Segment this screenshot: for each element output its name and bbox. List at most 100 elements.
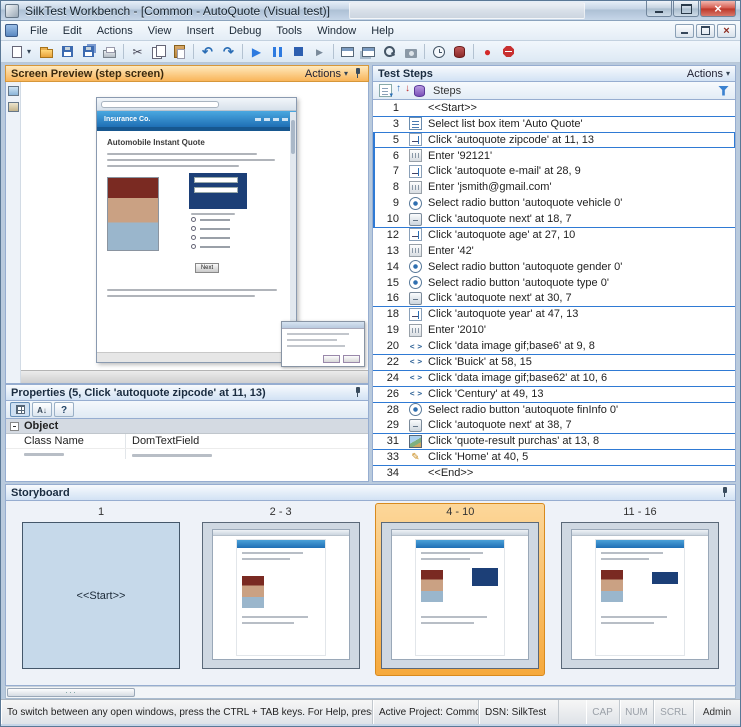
test-step-row[interactable]: 34<<End>> (373, 465, 735, 481)
categorized-button[interactable] (10, 402, 30, 417)
filter-icon[interactable] (718, 86, 729, 96)
step-order-icon[interactable] (379, 84, 392, 97)
database-button[interactable] (449, 42, 470, 62)
storyboard-title: Storyboard (11, 487, 70, 499)
test-step-row[interactable]: 14Select radio button 'autoquote gender … (373, 259, 735, 275)
storyboard-thumbnail-selected[interactable] (381, 522, 539, 669)
stop-recording-button[interactable] (498, 42, 519, 62)
redo-button[interactable] (218, 42, 239, 62)
save-button[interactable] (57, 42, 78, 62)
menu-view[interactable]: View (141, 23, 179, 39)
window-capture-button[interactable] (337, 42, 358, 62)
pin-icon[interactable] (353, 387, 363, 398)
test-steps-header[interactable]: Test Steps Actions (372, 65, 736, 82)
test-step-row[interactable]: 24Click 'data image gif;base62' at 10, 6 (373, 370, 735, 386)
test-step-row[interactable]: 16Click 'autoquote next' at 30, 7 (373, 291, 735, 307)
document-icon[interactable] (5, 24, 18, 37)
test-step-row-selected[interactable]: 5Click 'autoquote zipcode' at 11, 13 (373, 132, 735, 148)
print-button[interactable] (99, 42, 120, 62)
new-dropdown-caret[interactable] (27, 42, 36, 62)
menu-tools[interactable]: Tools (269, 23, 309, 39)
menu-actions[interactable]: Actions (90, 23, 140, 39)
storyboard-frame-4-10[interactable]: 4 - 10 (375, 503, 545, 676)
test-step-row[interactable]: 10Click 'autoquote next' at 18, 7 (373, 211, 735, 227)
menu-window[interactable]: Window (310, 23, 363, 39)
compare-icon[interactable] (396, 84, 410, 97)
pin-icon[interactable] (353, 68, 363, 79)
test-steps-column-header[interactable]: Steps (372, 82, 736, 100)
alphabetical-sort-button[interactable] (32, 402, 52, 417)
test-step-row[interactable]: 3Select list box item 'Auto Quote' (373, 116, 735, 132)
test-step-row[interactable]: 22Click 'Buick' at 58, 15 (373, 354, 735, 370)
mdi-close-button[interactable] (717, 24, 736, 38)
storyboard-frame-11-16[interactable]: 11 - 16 (555, 503, 725, 676)
storyboard-thumbnail[interactable] (202, 522, 360, 669)
test-step-row[interactable]: 6Enter '92121' (373, 148, 735, 164)
test-step-row[interactable]: 8Enter 'jsmith@gmail.com' (373, 179, 735, 195)
test-step-row[interactable]: 15Select radio button 'autoquote type 0' (373, 275, 735, 291)
test-step-row[interactable]: 28Select radio button 'autoquote finInfo… (373, 402, 735, 418)
screen-preview-header[interactable]: Screen Preview (step screen) Actions (5, 65, 369, 82)
new-visual-test-button[interactable] (6, 42, 27, 62)
menu-insert[interactable]: Insert (179, 23, 221, 39)
save-all-button[interactable] (78, 42, 99, 62)
properties-toolbar (5, 401, 369, 419)
screen-preview-body[interactable]: Insurance Co. Automobile Instant Quote (5, 82, 369, 384)
snapshot-button[interactable] (400, 42, 421, 62)
step-number: 1 (373, 102, 399, 114)
property-row[interactable]: Class Name DomTextField (6, 434, 368, 449)
screen-preview-actions-dropdown[interactable]: Actions (305, 68, 348, 80)
test-step-row[interactable]: 18Click 'autoquote year' at 47, 13 (373, 306, 735, 322)
test-step-row[interactable]: 33Click 'Home' at 40, 5 (373, 449, 735, 465)
test-step-row[interactable]: 26Click 'Century' at 49, 13 (373, 386, 735, 402)
properties-group-row[interactable]: Object (6, 419, 368, 434)
mdi-restore-button[interactable] (696, 24, 715, 38)
test-step-row[interactable]: 31Click 'quote-result purchas' at 13, 8 (373, 433, 735, 449)
pin-icon[interactable] (720, 487, 730, 498)
test-step-row[interactable]: 1<<Start>> (373, 100, 735, 116)
timer-button[interactable] (428, 42, 449, 62)
step-button[interactable] (309, 42, 330, 62)
stop-button[interactable] (288, 42, 309, 62)
test-step-row[interactable]: 13Enter '42' (373, 243, 735, 259)
storyboard-header[interactable]: Storyboard (5, 484, 736, 501)
close-button[interactable] (700, 1, 736, 17)
storyboard-scrollbar[interactable] (5, 686, 736, 699)
menu-debug[interactable]: Debug (222, 23, 268, 39)
pause-button[interactable] (267, 42, 288, 62)
capture-tag-icon[interactable] (8, 102, 19, 112)
paste-button[interactable] (169, 42, 190, 62)
test-step-row[interactable]: 29Click 'autoquote next' at 38, 7 (373, 418, 735, 434)
scrollbar-thumb[interactable] (7, 688, 135, 697)
storyboard-thumbnail-start[interactable]: <<Start>> (22, 522, 180, 669)
test-step-row[interactable]: 19Enter '2010' (373, 322, 735, 338)
mdi-minimize-button[interactable] (675, 24, 694, 38)
data-source-icon[interactable] (414, 85, 425, 97)
maximize-button[interactable] (673, 1, 699, 17)
menu-help[interactable]: Help (364, 23, 401, 39)
menu-edit[interactable]: Edit (56, 23, 89, 39)
storyboard-thumbnail[interactable] (561, 522, 719, 669)
cut-button[interactable] (127, 42, 148, 62)
test-step-row[interactable]: 7Click 'autoquote e-mail' at 28, 9 (373, 164, 735, 180)
test-step-row[interactable]: 20Click 'data image gif;base6' at 9, 8 (373, 338, 735, 354)
windows-list-button[interactable] (358, 42, 379, 62)
zoom-button[interactable] (379, 42, 400, 62)
property-help-button[interactable] (54, 402, 74, 417)
properties-header[interactable]: Properties (5, Click 'autoquote zipcode'… (5, 384, 369, 401)
test-steps-actions-dropdown[interactable]: Actions (687, 68, 730, 80)
copy-button[interactable] (148, 42, 169, 62)
undo-button[interactable] (197, 42, 218, 62)
minimize-button[interactable] (646, 1, 672, 17)
open-button[interactable] (36, 42, 57, 62)
playback-button[interactable] (246, 42, 267, 62)
test-step-row[interactable]: 9Select radio button 'autoquote vehicle … (373, 195, 735, 211)
test-step-row[interactable]: 12Click 'autoquote age' at 27, 10 (373, 227, 735, 243)
storyboard-frame-2-3[interactable]: 2 - 3 (196, 503, 366, 676)
record-button[interactable] (477, 42, 498, 62)
monitor-icon[interactable] (8, 86, 19, 96)
menu-file[interactable]: File (23, 23, 55, 39)
collapse-icon[interactable] (10, 422, 19, 431)
title-bar[interactable]: SilkTest Workbench - [Common - AutoQuote… (1, 1, 740, 21)
storyboard-frame-1[interactable]: 1 <<Start>> (16, 503, 186, 676)
